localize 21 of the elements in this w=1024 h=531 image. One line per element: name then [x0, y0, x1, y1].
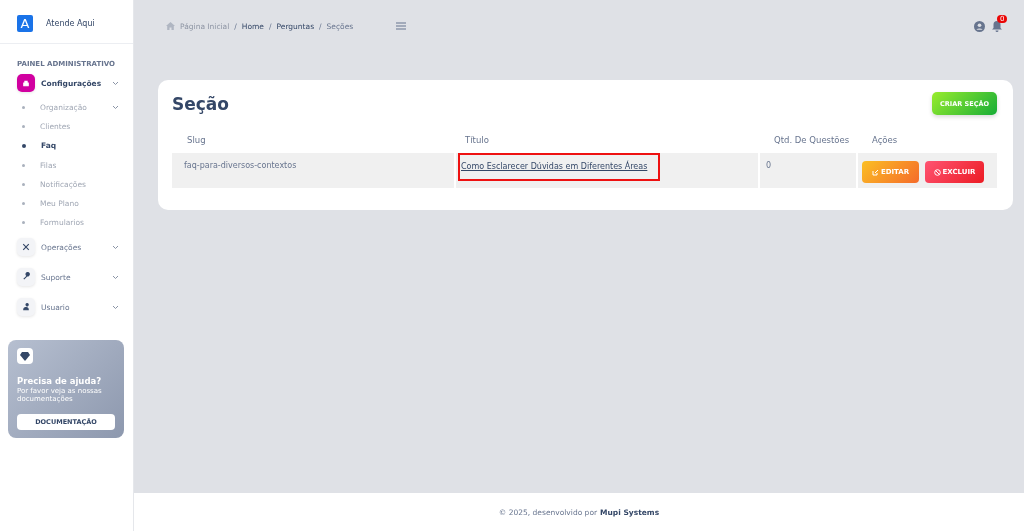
- chevron-icon: [112, 244, 119, 250]
- column-header: Qtd. De Questões: [759, 135, 857, 153]
- brand-name: Atende Aqui: [46, 18, 95, 28]
- column-header: Título: [455, 135, 759, 153]
- help-title: Precisa de ajuda?: [17, 376, 103, 387]
- bell-icon[interactable]: [992, 20, 1002, 32]
- column-header: Ações: [857, 135, 997, 153]
- edit-icon: [871, 168, 879, 176]
- table-cell: 0: [759, 153, 857, 188]
- chevron-icon: [112, 304, 119, 310]
- chevron-icon: [112, 274, 119, 280]
- user-icon[interactable]: [974, 20, 985, 32]
- column-header: Slug: [172, 135, 455, 153]
- table-cell: faq-para-diversos-contextos: [172, 153, 455, 188]
- page-title: Seção: [172, 93, 229, 114]
- user-icon: [17, 298, 35, 317]
- ban-icon: [933, 168, 941, 176]
- chevron-icon: [112, 80, 119, 86]
- home-icon: [166, 22, 175, 30]
- brand-logo[interactable]: A: [17, 14, 33, 32]
- title-link[interactable]: Como Esclarecer Dúvidas em Diferentes Áreas: [461, 162, 648, 171]
